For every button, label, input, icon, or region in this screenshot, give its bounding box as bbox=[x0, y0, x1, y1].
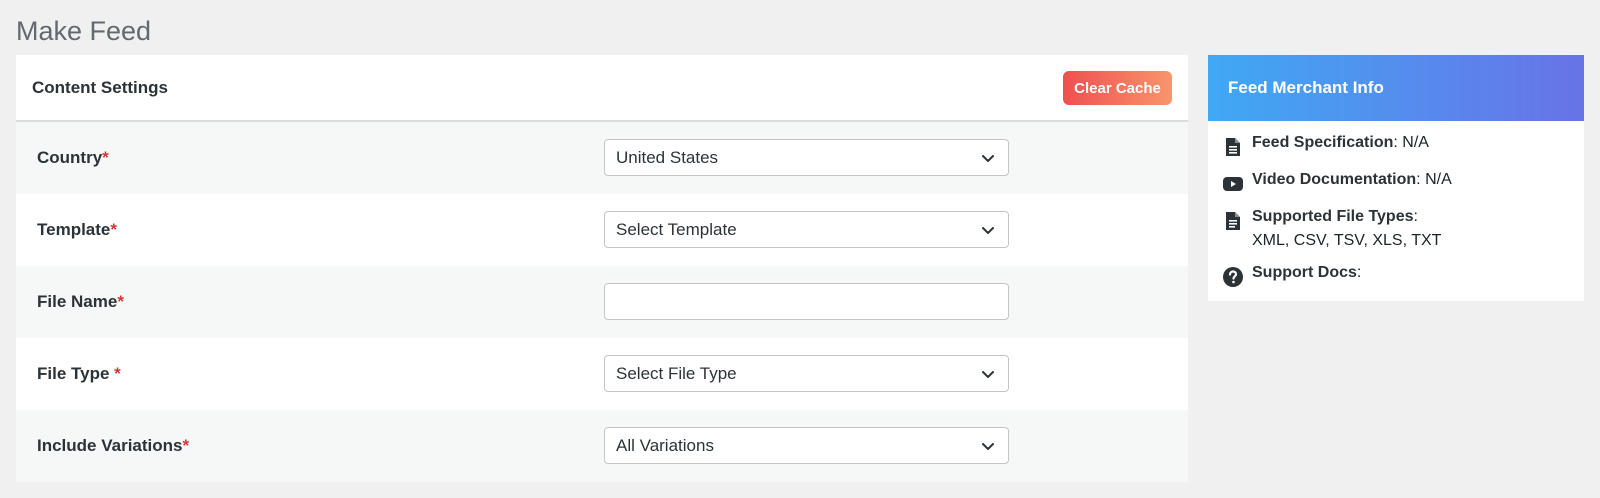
separator: : bbox=[1356, 264, 1362, 281]
include-variations-select[interactable]: All Variations bbox=[604, 427, 1009, 464]
form-row-file-type: File Type * Select File Type bbox=[16, 338, 1188, 410]
question-icon bbox=[1222, 266, 1244, 288]
page-title: Make Feed bbox=[16, 16, 152, 46]
youtube-icon[interactable] bbox=[1222, 173, 1244, 195]
form-row-country: Country * United States bbox=[16, 122, 1188, 194]
support-docs-item: Support Docs: bbox=[1222, 261, 1361, 288]
feed-merchant-info-panel: Feed Merchant Info Feed Specification: N… bbox=[1208, 55, 1584, 301]
required-mark: * bbox=[110, 220, 117, 239]
template-select[interactable]: Select Template bbox=[604, 211, 1009, 248]
separator: : bbox=[1413, 208, 1418, 225]
country-select[interactable]: United States bbox=[604, 139, 1009, 176]
support-docs-text: Support Docs: bbox=[1252, 261, 1361, 285]
country-select-value: United States bbox=[616, 147, 719, 167]
file-icon bbox=[1222, 210, 1244, 232]
supported-file-types-value: XML, CSV, TSV, XLS, TXT bbox=[1252, 232, 1442, 249]
feed-specification-value: N/A bbox=[1402, 134, 1429, 151]
file-name-label: File Name * bbox=[37, 266, 124, 338]
form-row-include-variations: Include Variations * All Variations bbox=[16, 410, 1188, 482]
file-type-label: File Type * bbox=[37, 338, 121, 410]
feed-specification-text: Feed Specification: N/A bbox=[1252, 131, 1429, 155]
file-name-label-text: File Name bbox=[37, 292, 118, 311]
chevron-down-icon bbox=[982, 154, 994, 162]
required-mark: * bbox=[117, 292, 124, 311]
file-name-input[interactable] bbox=[604, 283, 1009, 320]
feed-merchant-info-title: Feed Merchant Info bbox=[1228, 78, 1384, 97]
template-select-value: Select Template bbox=[616, 219, 737, 239]
separator: : bbox=[1416, 171, 1426, 188]
include-variations-label-text: Include Variations bbox=[37, 436, 183, 455]
video-documentation-item: Video Documentation: N/A bbox=[1222, 168, 1452, 195]
form-row-template: Template * Select Template bbox=[16, 194, 1188, 266]
support-docs-label: Support Docs bbox=[1252, 264, 1357, 281]
file-type-select-value: Select File Type bbox=[616, 363, 737, 383]
content-settings-panel: Content Settings Clear Cache Country * Un… bbox=[16, 55, 1188, 482]
video-documentation-text: Video Documentation: N/A bbox=[1252, 168, 1452, 192]
form-row-file-name: File Name * bbox=[16, 266, 1188, 338]
include-variations-select-value: All Variations bbox=[616, 435, 714, 455]
feed-merchant-info-header: Feed Merchant Info bbox=[1208, 55, 1584, 121]
video-documentation-value: N/A bbox=[1425, 171, 1452, 188]
video-documentation-label: Video Documentation bbox=[1252, 171, 1417, 188]
required-mark: * bbox=[114, 364, 121, 383]
template-label-text: Template bbox=[37, 220, 111, 239]
chevron-down-icon bbox=[982, 370, 994, 378]
feed-specification-item: Feed Specification: N/A bbox=[1222, 131, 1429, 158]
template-label: Template * bbox=[37, 194, 117, 266]
supported-file-types-label: Supported File Types bbox=[1252, 208, 1414, 225]
supported-file-types-text: Supported File Types: XML, CSV, TSV, XLS… bbox=[1252, 205, 1441, 253]
file-type-label-text: File Type bbox=[37, 364, 115, 383]
include-variations-label: Include Variations * bbox=[37, 410, 189, 482]
country-label: Country * bbox=[37, 122, 109, 194]
chevron-down-icon bbox=[982, 442, 994, 450]
separator: : bbox=[1393, 134, 1403, 151]
supported-file-types-item: Supported File Types: XML, CSV, TSV, XLS… bbox=[1222, 205, 1441, 253]
country-label-text: Country bbox=[37, 148, 103, 167]
clear-cache-button[interactable]: Clear Cache bbox=[1063, 71, 1172, 105]
content-settings-header: Content Settings Clear Cache bbox=[16, 55, 1188, 122]
file-type-select[interactable]: Select File Type bbox=[604, 355, 1009, 392]
required-mark: * bbox=[182, 436, 190, 455]
document-icon bbox=[1222, 136, 1244, 158]
required-mark: * bbox=[102, 148, 109, 167]
content-settings-title: Content Settings bbox=[32, 78, 168, 97]
chevron-down-icon bbox=[982, 226, 994, 234]
feed-specification-label: Feed Specification bbox=[1252, 134, 1394, 151]
